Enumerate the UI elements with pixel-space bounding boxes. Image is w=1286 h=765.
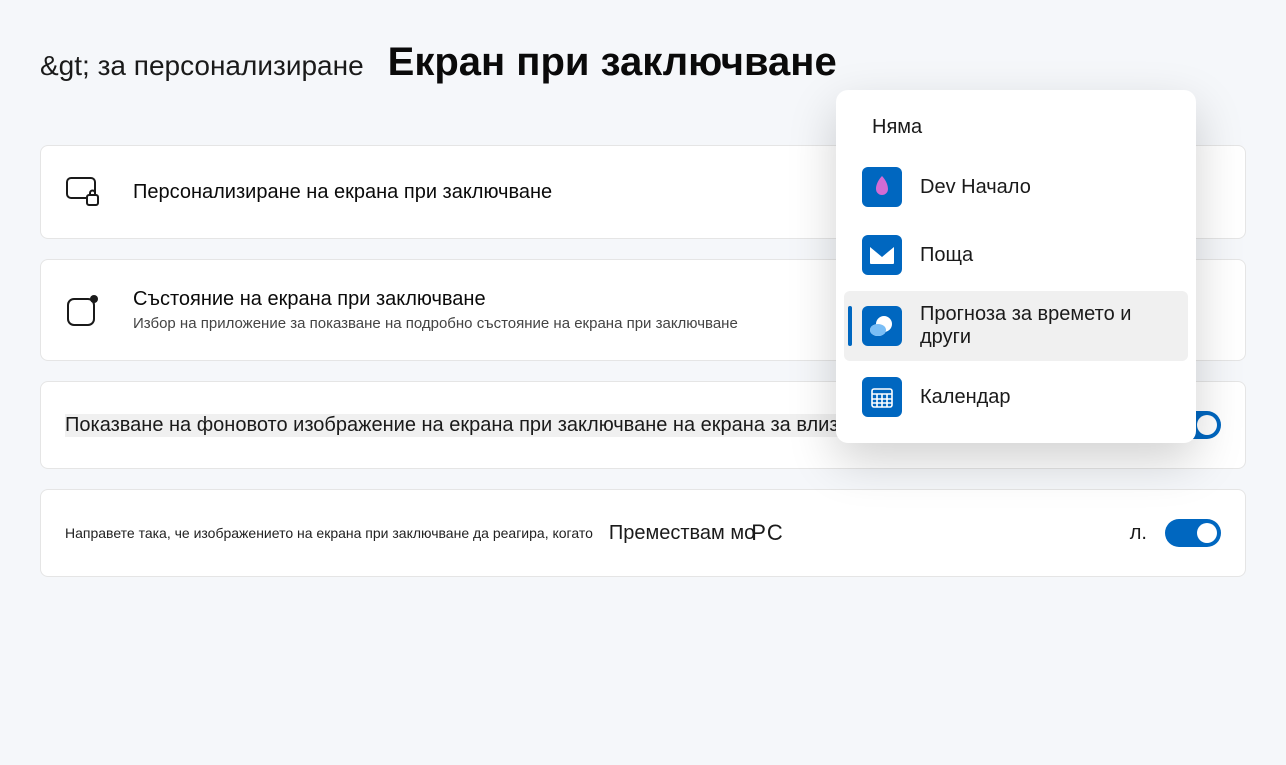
setting-text: Направете така, че изображението на екра… <box>65 520 1130 546</box>
toggle-group: л. <box>1130 519 1221 547</box>
breadcrumb[interactable]: &gt; за персонализиране <box>40 50 364 82</box>
flyout-item-mail[interactable]: Поща <box>844 223 1188 287</box>
row-react-move-pc: Направете така, че изображението на екра… <box>40 489 1246 577</box>
setting-mid: Премествам мо <box>609 522 755 545</box>
flyout-item-weather[interactable]: Прогноза за времето и други <box>844 291 1188 361</box>
flyout-item-dev-home[interactable]: Dev Начало <box>844 155 1188 219</box>
setting-title: Показване на фоновото изображение на екр… <box>65 414 872 437</box>
flyout-item-calendar[interactable]: Календар <box>844 365 1188 429</box>
flyout-item-label: Няма <box>872 116 922 139</box>
page-header: &gt; за персонализиране Екран при заключ… <box>40 40 1246 85</box>
flame-icon <box>862 167 902 207</box>
setting-suffix: PC <box>751 520 784 546</box>
app-picker-flyout: Няма Dev Начало Поща Прогноза з <box>836 90 1196 443</box>
toggle-label: л. <box>1130 522 1147 545</box>
flyout-item-label: Прогноза за времето и други <box>920 303 1170 349</box>
flyout-item-label: Календар <box>920 386 1011 409</box>
flyout-item-none[interactable]: Няма <box>844 104 1188 151</box>
app-badge-icon <box>65 292 101 328</box>
flyout-item-label: Dev Начало <box>920 176 1031 199</box>
setting-prefix: Направете така, че изображението на екра… <box>65 525 593 541</box>
flyout-item-label: Поща <box>920 244 973 267</box>
monitor-lock-icon <box>65 174 101 210</box>
toggle-switch[interactable] <box>1165 519 1221 547</box>
page-title: Екран при заключване <box>388 40 837 85</box>
weather-icon <box>862 306 902 346</box>
calendar-icon <box>862 377 902 417</box>
mail-icon <box>862 235 902 275</box>
